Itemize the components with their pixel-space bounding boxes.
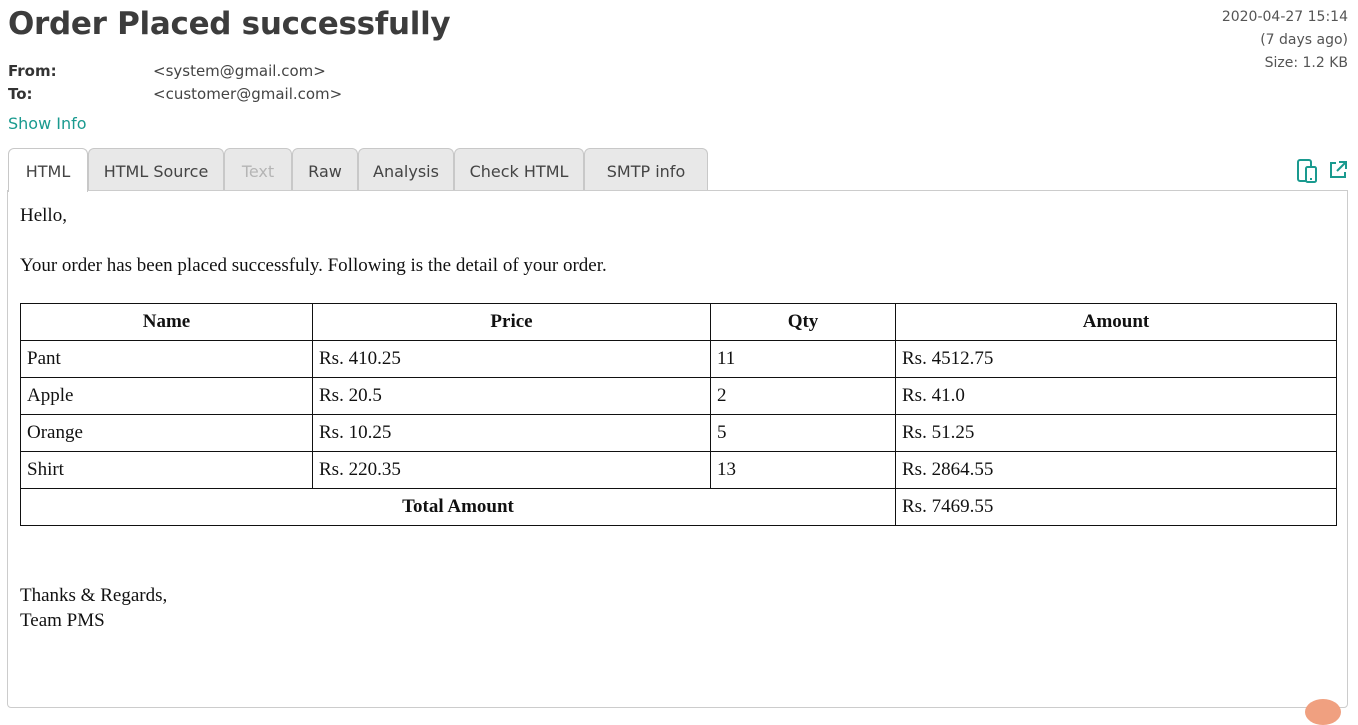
signoff-team: Team PMS bbox=[20, 610, 105, 631]
cell-qty: 11 bbox=[710, 340, 896, 378]
cell-price: Rs. 220.35 bbox=[312, 451, 711, 489]
tab-html-source[interactable]: HTML Source bbox=[88, 148, 224, 190]
table-row: Shirt Rs. 220.35 13 Rs. 2864.55 bbox=[20, 451, 1337, 489]
signoff-line: Thanks & Regards, bbox=[20, 585, 168, 606]
intro-text: Your order has been placed successfuly. … bbox=[20, 255, 607, 276]
cell-qty: 2 bbox=[710, 377, 896, 415]
cell-name: Shirt bbox=[20, 451, 313, 489]
cell-price: Rs. 10.25 bbox=[312, 414, 711, 452]
cell-amount: Rs. 51.25 bbox=[895, 414, 1337, 452]
to-row: To: <customer@gmail.com> bbox=[8, 85, 342, 103]
total-row: Total Amount Rs. 7469.55 bbox=[20, 488, 1337, 526]
cell-amount: Rs. 41.0 bbox=[895, 377, 1337, 415]
from-address: <system@gmail.com> bbox=[153, 62, 326, 80]
cell-name: Orange bbox=[20, 414, 313, 452]
to-label: To: bbox=[8, 85, 33, 103]
tab-text: Text bbox=[224, 148, 292, 190]
cell-price: Rs. 410.25 bbox=[312, 340, 711, 378]
greeting: Hello, bbox=[20, 205, 67, 226]
tab-analysis[interactable]: Analysis bbox=[358, 148, 454, 190]
show-info-link[interactable]: Show Info bbox=[8, 114, 87, 133]
table-row: Pant Rs. 410.25 11 Rs. 4512.75 bbox=[20, 340, 1337, 378]
from-row: From: <system@gmail.com> bbox=[8, 62, 326, 80]
email-date: 2020-04-27 15:14 bbox=[1221, 9, 1348, 25]
signature: Thanks & Regards, Team PMS bbox=[20, 583, 167, 633]
email-size: Size: 1.2 KB bbox=[1264, 55, 1348, 71]
email-subject: Order Placed successfully bbox=[8, 6, 451, 42]
tab-raw[interactable]: Raw bbox=[292, 148, 358, 190]
cell-name: Pant bbox=[20, 340, 313, 378]
table-header-row: Name Price Qty Amount bbox=[20, 303, 1337, 341]
cell-qty: 13 bbox=[710, 451, 896, 489]
corner-widget-icon[interactable] bbox=[1305, 699, 1341, 725]
total-label: Total Amount bbox=[20, 488, 896, 526]
cell-amount: Rs. 4512.75 bbox=[895, 340, 1337, 378]
tab-check-html[interactable]: Check HTML bbox=[454, 148, 584, 190]
column-header-name: Name bbox=[20, 303, 313, 341]
cell-name: Apple bbox=[20, 377, 313, 415]
order-table: Name Price Qty Amount Pant Rs. 410.25 11… bbox=[20, 303, 1337, 526]
open-external-icon[interactable] bbox=[1328, 160, 1348, 184]
email-relative-time: (7 days ago) bbox=[1260, 32, 1348, 48]
email-meta: 2020-04-27 15:14 (7 days ago) Size: 1.2 … bbox=[1222, 6, 1348, 75]
cell-amount: Rs. 2864.55 bbox=[895, 451, 1337, 489]
table-row: Orange Rs. 10.25 5 Rs. 51.25 bbox=[20, 414, 1337, 452]
table-row: Apple Rs. 20.5 2 Rs. 41.0 bbox=[20, 377, 1337, 415]
view-toolbar bbox=[1288, 158, 1348, 186]
to-address: <customer@gmail.com> bbox=[153, 85, 343, 103]
column-header-qty: Qty bbox=[710, 303, 896, 341]
total-value: Rs. 7469.55 bbox=[895, 488, 1337, 526]
email-html-view: Hello, Your order has been placed succes… bbox=[7, 190, 1348, 725]
column-header-amount: Amount bbox=[895, 303, 1337, 341]
devices-icon[interactable] bbox=[1296, 158, 1318, 188]
column-header-price: Price bbox=[312, 303, 711, 341]
view-tabs: HTML HTML Source Text Raw Analysis Check… bbox=[8, 148, 1348, 192]
cell-qty: 5 bbox=[710, 414, 896, 452]
cell-price: Rs. 20.5 bbox=[312, 377, 711, 415]
from-label: From: bbox=[8, 62, 57, 80]
tab-html[interactable]: HTML bbox=[8, 148, 88, 192]
tab-smtp-info[interactable]: SMTP info bbox=[584, 148, 708, 190]
